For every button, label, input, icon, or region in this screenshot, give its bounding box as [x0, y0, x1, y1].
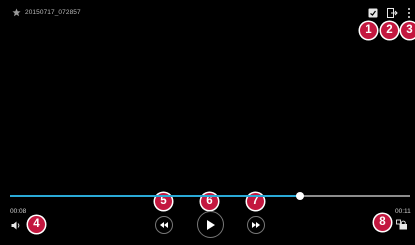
play-icon: [207, 219, 215, 230]
callout-8: 8: [374, 214, 391, 231]
elapsed-time: 00:08: [10, 208, 27, 215]
exit-icon[interactable]: [386, 7, 398, 19]
share-icon[interactable]: [367, 7, 379, 19]
more-vert-icon[interactable]: [406, 7, 412, 19]
total-time: 00:11: [395, 208, 411, 215]
callout-4: 4: [28, 216, 45, 233]
seek-bar[interactable]: [10, 192, 410, 200]
callout-3: 3: [401, 22, 415, 39]
play-button[interactable]: [197, 211, 224, 238]
callout-1: 1: [360, 22, 377, 39]
fast-forward-button[interactable]: [247, 216, 265, 234]
rewind-icon: [160, 222, 168, 228]
video-title: 20150717_072857: [25, 9, 81, 16]
fast-forward-icon: [252, 222, 260, 228]
star-icon[interactable]: [12, 8, 21, 17]
seek-progress: [10, 195, 300, 197]
volume-icon[interactable]: [11, 221, 21, 230]
video-title-bar: 20150717_072857: [12, 8, 81, 17]
video-player[interactable]: 20150717_072857 1 2 3 4 5 6 7 8 00:08 00…: [0, 0, 415, 245]
screen-lock-icon[interactable]: [396, 219, 408, 230]
rewind-button[interactable]: [155, 216, 173, 234]
seek-thumb[interactable]: [296, 192, 304, 200]
callout-2: 2: [381, 22, 398, 39]
